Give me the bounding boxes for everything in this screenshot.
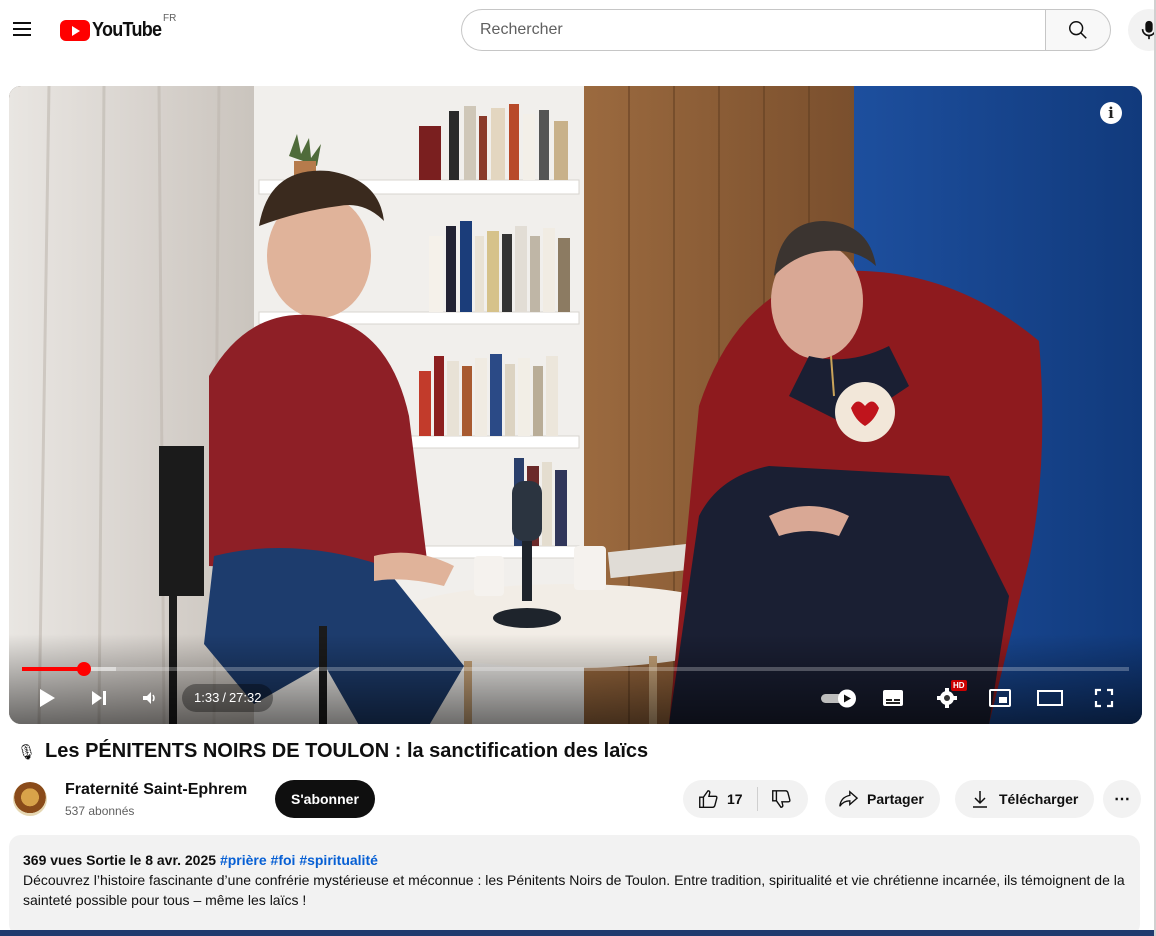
- miniplayer-button[interactable]: [983, 682, 1017, 714]
- more-actions-button[interactable]: ⋯: [1103, 780, 1141, 818]
- thumbs-down-icon: [771, 790, 791, 808]
- search-input[interactable]: [461, 9, 1045, 51]
- autoplay-toggle-icon: [821, 689, 856, 708]
- download-button[interactable]: Télécharger: [955, 780, 1095, 818]
- autoplay-toggle[interactable]: [817, 682, 861, 714]
- theater-mode-button[interactable]: [1033, 682, 1067, 714]
- share-button[interactable]: Partager: [825, 780, 940, 818]
- download-label: Télécharger: [999, 791, 1079, 807]
- progress-played: [22, 667, 84, 671]
- subtitles-button[interactable]: [877, 682, 909, 714]
- share-label: Partager: [867, 791, 924, 807]
- menu-icon[interactable]: [10, 18, 34, 42]
- controls-gradient: [9, 634, 1142, 724]
- hd-badge: HD: [951, 680, 967, 691]
- next-button[interactable]: [83, 682, 115, 714]
- thumbs-up-icon: [699, 790, 718, 808]
- download-icon: [973, 791, 987, 808]
- video-player[interactable]: i 1:33/27:32 HD: [9, 86, 1142, 724]
- publish-date: Sortie le 8 avr. 2025: [86, 852, 217, 868]
- play-icon: [40, 689, 55, 707]
- hashtag[interactable]: #prière: [220, 852, 267, 868]
- current-time: 1:33: [194, 690, 220, 705]
- video-title-row: 🎙 Les PÉNITENTS NOIRS DE TOULON : la san…: [17, 740, 648, 763]
- miniplayer-icon: [989, 689, 1011, 707]
- hashtag[interactable]: #foi: [271, 852, 296, 868]
- channel-name[interactable]: Fraternité Saint-Ephrem: [65, 781, 247, 799]
- share-icon: [839, 790, 859, 807]
- more-icon: ⋯: [1114, 791, 1130, 808]
- like-dislike-group: 17: [683, 780, 808, 818]
- info-icon[interactable]: i: [1100, 102, 1122, 124]
- channel-row: Fraternité Saint-Ephrem 537 abonnés S'ab…: [13, 778, 1143, 822]
- microphone-emoji-icon: 🎙: [17, 743, 37, 761]
- search-button[interactable]: [1045, 9, 1111, 51]
- description-meta: 369 vues Sortie le 8 avr. 2025 #prière #…: [23, 850, 1126, 870]
- description-text: Découvrez l’histoire fascinante d’une co…: [23, 872, 1125, 908]
- progress-scrubber[interactable]: [76, 662, 91, 676]
- like-button[interactable]: 17: [683, 780, 757, 818]
- volume-button[interactable]: [133, 682, 165, 714]
- progress-track: [22, 667, 1129, 671]
- channel-avatar[interactable]: [13, 782, 47, 816]
- time-display: 1:33/27:32: [182, 684, 274, 712]
- voice-search-button[interactable]: [1128, 9, 1156, 51]
- fullscreen-icon: [1094, 688, 1114, 708]
- next-icon: [92, 691, 106, 705]
- duration: 27:32: [228, 690, 262, 705]
- bottom-edge: [0, 930, 1156, 936]
- search-bar: [461, 9, 1111, 51]
- logo-text: YouTube: [92, 19, 162, 41]
- description-box[interactable]: 369 vues Sortie le 8 avr. 2025 #prière #…: [9, 835, 1140, 936]
- country-code: FR: [163, 13, 177, 24]
- youtube-play-logo-icon: [60, 20, 90, 41]
- hashtag[interactable]: #spiritualité: [299, 852, 378, 868]
- dislike-button[interactable]: [758, 780, 808, 818]
- video-frame: [9, 86, 1142, 724]
- play-button[interactable]: [31, 682, 63, 714]
- like-count: 17: [727, 791, 743, 807]
- subtitles-icon: [883, 690, 903, 706]
- search-icon: [1069, 21, 1087, 39]
- progress-bar[interactable]: [22, 662, 1129, 676]
- settings-button[interactable]: HD: [929, 680, 967, 714]
- youtube-logo[interactable]: YouTube FR: [60, 13, 176, 42]
- top-bar: YouTube FR: [0, 0, 1156, 62]
- theater-icon: [1037, 690, 1063, 706]
- volume-icon: [143, 692, 155, 704]
- subscriber-count: 537 abonnés: [65, 804, 135, 818]
- view-count: 369 vues: [23, 852, 83, 868]
- video-title: Les PÉNITENTS NOIRS DE TOULON : la sanct…: [45, 740, 649, 762]
- fullscreen-button[interactable]: [1087, 682, 1121, 714]
- subscribe-button[interactable]: S'abonner: [275, 780, 375, 818]
- time-separator: /: [222, 690, 226, 705]
